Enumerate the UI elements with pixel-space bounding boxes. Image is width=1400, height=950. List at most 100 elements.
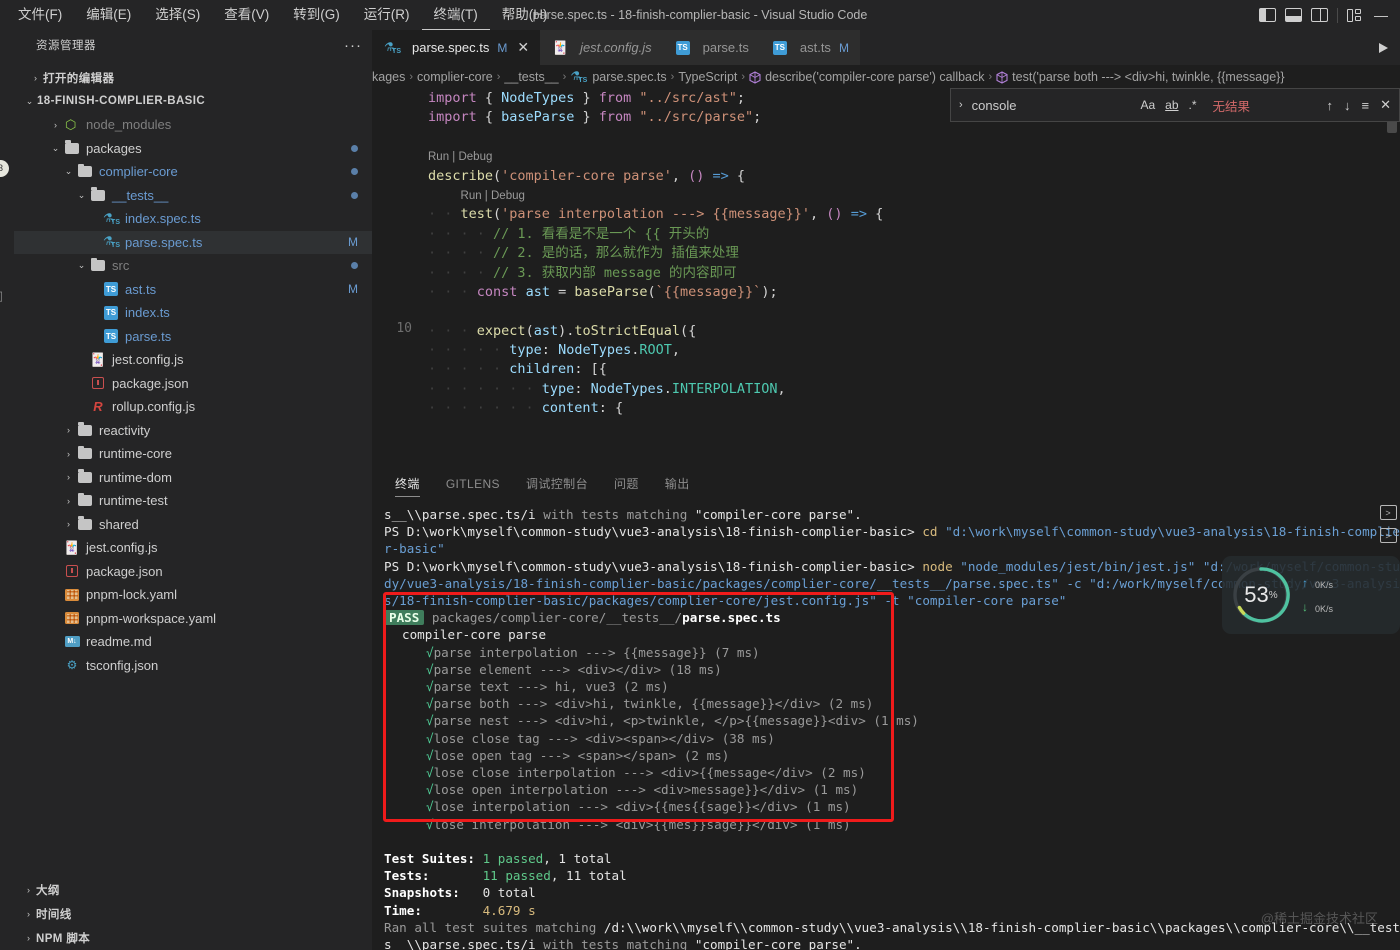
tree-item-pnpm-workspace-yaml[interactable]: · pnpm-workspace.yaml [14, 607, 372, 631]
close-icon[interactable]: ✕ [1380, 97, 1391, 113]
breadcrumb-item[interactable]: test('parse both ---> <div>hi, twinkle, … [996, 70, 1285, 84]
use-regex-icon[interactable]: .* [1189, 98, 1197, 112]
tree-item-package-json[interactable]: · package.json [14, 372, 372, 396]
panel-tab-0[interactable]: 终端 [382, 467, 433, 502]
code-token: { [476, 90, 502, 106]
breadcrumb-item[interactable]: kages [372, 70, 405, 84]
toggle-panel-icon[interactable] [1285, 8, 1302, 22]
match-case-icon[interactable]: Aa [1140, 98, 1155, 112]
customize-layout-icon[interactable] [1347, 8, 1361, 22]
breadcrumb-label: complier-core [417, 70, 493, 84]
test-result-row: √parse both ---> <div>hi, twinkle, {{mes… [384, 695, 1400, 712]
sidebar-section-2[interactable]: › NPM 脚本 [14, 926, 372, 950]
test-result-row: √lose interpolation ---> <div>{{mes}}sag… [384, 816, 1400, 833]
code-content[interactable]: import { NodeTypes } from "../src/ast"; i… [428, 89, 1400, 417]
panel-tab-bar: 终端 GITLENS 调试控制台 问题 输出 [372, 467, 1400, 502]
toggle-primary-sidebar-icon[interactable] [1259, 8, 1276, 22]
tree-item--tests-[interactable]: ⌄ __tests__ [14, 184, 372, 208]
tree-item-src[interactable]: ⌄ src [14, 254, 372, 278]
line-number: 10 [396, 321, 412, 336]
breadcrumb-item[interactable]: ⚗ TS parse.spec.ts [570, 70, 666, 85]
tree-item-jest-config-js[interactable]: ·🃏 jest.config.js [14, 536, 372, 560]
tree-item-index-spec-ts[interactable]: ·⚗TS index.spec.ts [14, 207, 372, 231]
sidebar-section-1[interactable]: › 时间线 [14, 902, 372, 926]
section-workspace-root[interactable]: ⌄ 18-FINISH-COMPLIER-BASIC [14, 90, 372, 114]
breadcrumb-item[interactable]: complier-core [417, 70, 493, 84]
tree-item-index-ts[interactable]: ·TS index.ts [14, 301, 372, 325]
test-duration: (2 ms) [820, 696, 874, 712]
chevron-right-icon[interactable]: › [959, 99, 963, 111]
menu-item-5[interactable]: 运行(R) [352, 0, 422, 30]
bottom-panel: 终端 GITLENS 调试控制台 问题 输出 s__\\parse.spec.ts/i … [372, 467, 1400, 950]
previous-match-icon[interactable]: ↑ [1327, 98, 1334, 113]
close-icon[interactable]: ✕ [517, 39, 529, 56]
tree-item-label: rollup.config.js [112, 399, 196, 415]
system-monitor-widget[interactable]: 53% ↑ 0K/s ↓ 0K/s [1222, 556, 1400, 634]
tree-item-readme-md[interactable]: ·M↓ readme.md [14, 630, 372, 654]
tree-item-parse-ts[interactable]: ·TS parse.ts [14, 325, 372, 349]
tree-item-label: __tests__ [112, 187, 169, 203]
editor-tab-parse-ts[interactable]: TS parse.ts [662, 30, 760, 65]
tree-item-pnpm-lock-yaml[interactable]: · pnpm-lock.yaml [14, 583, 372, 607]
find-in-selection-icon[interactable]: ≡ [1362, 98, 1370, 113]
breadcrumb-item[interactable]: describe('compiler-core parse') callback [749, 70, 985, 84]
match-whole-word-icon[interactable]: ab [1165, 98, 1178, 112]
panel-tab-1[interactable]: GITLENS [433, 467, 513, 502]
tree-item-tsconfig-json[interactable]: ·⚙ tsconfig.json [14, 654, 372, 678]
menu-item-3[interactable]: 查看(V) [212, 0, 281, 30]
sidebar-section-0[interactable]: › 大纲 [14, 878, 372, 902]
tree-item-ast-ts[interactable]: ·TS ast.ts M [14, 278, 372, 302]
sidebar-bottom-sections: › 大纲 › 时间线 › NPM 脚本 [14, 878, 372, 950]
terminal-text: Ran all test suites matching [384, 919, 604, 935]
tree-item-label: ast.ts [125, 281, 157, 297]
extensions-icon[interactable]: ▯ [0, 288, 3, 304]
breadcrumb-item[interactable]: __tests__ [504, 70, 558, 84]
spec-ts-icon: ⚗ TS [103, 210, 120, 226]
tree-item-packages[interactable]: ⌄ packages [14, 137, 372, 161]
editor-tab-jest-config-js[interactable]: 🃏 jest.config.js [540, 30, 663, 65]
watermark: @稀土掘金技术社区 [1260, 911, 1378, 926]
git-status-badge: M [348, 235, 358, 250]
panel-tab-2[interactable]: 调试控制台 [513, 467, 601, 502]
chevron-right-icon: › [27, 885, 30, 895]
download-value: 0K/s [1315, 600, 1333, 615]
tree-item-package-json[interactable]: · package.json [14, 560, 372, 584]
find-input[interactable]: console [972, 98, 1017, 113]
next-match-icon[interactable]: ↓ [1344, 98, 1351, 113]
find-widget[interactable]: › console Aa ab .* 无结果 ↑ ↓ ≡ ✕ [950, 88, 1400, 122]
menu-item-6[interactable]: 终端(T) [421, 0, 490, 30]
check-icon: √ [426, 799, 434, 815]
breadcrumb-item[interactable]: TypeScript [678, 70, 737, 84]
toggle-secondary-sidebar-icon[interactable] [1311, 8, 1328, 22]
tree-item-reactivity[interactable]: › reactivity [14, 419, 372, 443]
code-editor[interactable]: 10 import { NodeTypes } from "../src/ast… [372, 89, 1400, 417]
minimize-button[interactable]: — [1370, 7, 1392, 23]
run-test-button[interactable] [1379, 30, 1388, 65]
explorer-more-actions[interactable]: ··· [344, 37, 362, 54]
summary-value: , 11 total [550, 868, 627, 884]
panel-tab-4[interactable]: 输出 [652, 467, 703, 502]
tree-item-runtime-core[interactable]: › runtime-core [14, 442, 372, 466]
editor-tab-parse-spec-ts[interactable]: ⚗ TS parse.spec.ts M ✕ [372, 30, 541, 65]
tree-item-runtime-test[interactable]: › runtime-test [14, 489, 372, 513]
menu-item-2[interactable]: 选择(S) [143, 0, 212, 30]
code-token: ; [753, 109, 762, 126]
editor-tab-ast-ts[interactable]: TS ast.ts M [759, 30, 860, 65]
section-open-editors[interactable]: › 打开的编辑器 [14, 66, 372, 90]
tree-item-runtime-dom[interactable]: › runtime-dom [14, 466, 372, 490]
menu-item-4[interactable]: 转到(G) [281, 0, 352, 30]
pass-path: packages/complier-core/__tests__/ [424, 610, 683, 626]
menu-item-1[interactable]: 编辑(E) [74, 0, 143, 30]
tree-item-node-modules[interactable]: › ⬡ node_modules [14, 113, 372, 137]
menu-item-0[interactable]: 文件(F) [6, 0, 74, 30]
tree-item-label: parse.spec.ts [125, 234, 203, 250]
tree-item-complier-core[interactable]: ⌄ complier-core [14, 160, 372, 184]
tree-item-rollup-config-js[interactable]: · Rrollup.config.js [14, 395, 372, 419]
tree-item-jest-config-js[interactable]: ·🃏 jest.config.js [14, 348, 372, 372]
panel-tab-3[interactable]: 问题 [601, 467, 652, 502]
tree-item-parse-spec-ts[interactable]: ·⚗TS parse.spec.ts M [14, 230, 372, 254]
menu-item-7[interactable]: 帮助(H) [490, 0, 560, 30]
tree-item-shared[interactable]: › shared [14, 513, 372, 537]
terminal-instance-icon[interactable]: > [1379, 505, 1397, 520]
terminal-instance-icon[interactable]: > [1379, 528, 1397, 543]
